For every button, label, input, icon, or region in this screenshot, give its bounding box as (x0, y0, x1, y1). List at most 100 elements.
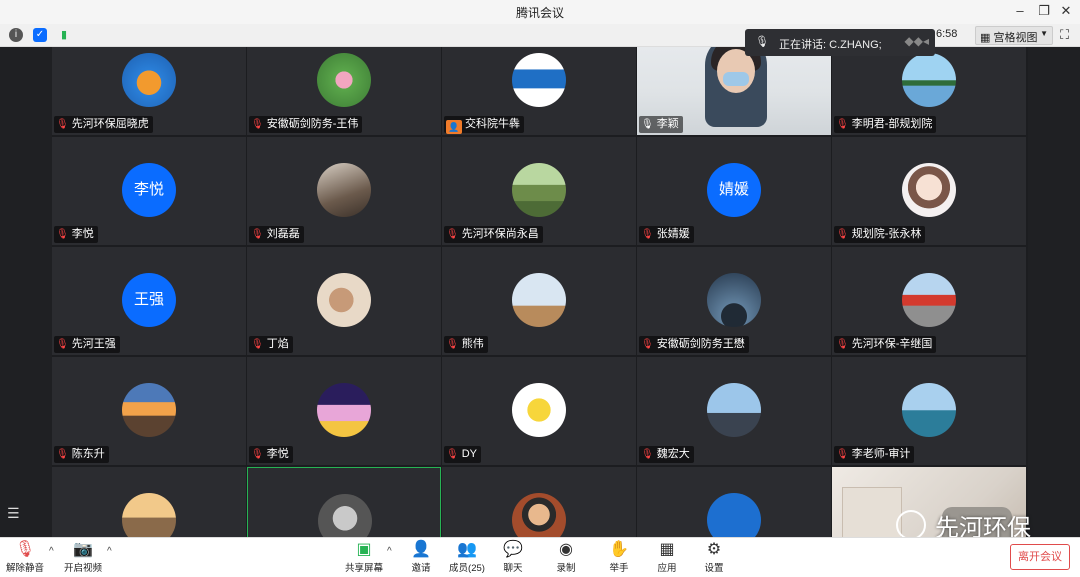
chevron-up-icon[interactable]: ^ (107, 546, 112, 557)
shield-icon[interactable]: ✓ (33, 28, 47, 42)
signal-icon[interactable]: ▮ (57, 28, 71, 42)
participant-name-tag: 🎙 李明君-部规划院 (834, 116, 937, 133)
info-icon[interactable]: i (9, 28, 23, 42)
participant-name: 李颖 (656, 118, 679, 130)
start-video-button[interactable]: 📷 开启视频 (60, 540, 106, 574)
participant-tile[interactable]: 🎙 刘磊磊 (247, 137, 441, 245)
participant-tile[interactable]: 🎙 安徽砺剑防务王懋 (637, 247, 831, 355)
apps-label: 应用 (657, 563, 677, 574)
participant-tile[interactable]: 🎙 魏宏大 (637, 357, 831, 465)
participant-name: 先河环保尚永昌 (461, 228, 539, 240)
participant-avatar (902, 383, 956, 437)
participant-avatar (317, 383, 371, 437)
microphone-muted-icon: 🎙 (836, 119, 849, 130)
participant-avatar: 李悦 (122, 163, 176, 217)
invite-button[interactable]: 👤 邀请 (398, 540, 444, 574)
participant-avatar (707, 273, 761, 327)
participant-avatar (707, 383, 761, 437)
minimize-icon[interactable]: – (1010, 3, 1030, 18)
apps-button[interactable]: ▦ 应用 (644, 540, 690, 574)
participant-name: DY (461, 448, 477, 460)
chevron-up-icon[interactable]: ^ (49, 546, 54, 557)
participant-tile[interactable]: 🎙 熊伟 (442, 247, 636, 355)
unmute-label: 解除静音 (5, 563, 44, 574)
participant-name-tag: 🎙 陈东升 (54, 446, 109, 463)
participant-name-tag: 🎙 丁焰 (249, 336, 293, 353)
host-icon: 👤 (446, 120, 462, 134)
share-label: 共享屏幕 (344, 563, 383, 574)
members-button[interactable]: 👥 成员(25) (444, 540, 490, 574)
participant-name-tag: 🎙 先河环保尚永昌 (444, 226, 543, 243)
microphone-muted-icon: 🎙 (251, 229, 264, 240)
participant-tile[interactable]: 婧媛 🎙 张婧媛 (637, 137, 831, 245)
participant-avatar: 婧媛 (707, 163, 761, 217)
bottom-toolbar: 🎙 解除静音 ^ 📷 开启视频 ^ ▣ 共享屏幕 ^ 👤 邀请 👥 成员(25)… (0, 537, 1080, 577)
microphone-muted-icon: 🎙 (836, 449, 849, 460)
share-screen-button[interactable]: ▣ 共享屏幕 (341, 540, 387, 574)
chevron-up-icon[interactable]: ^ (387, 546, 392, 557)
participant-name: 规划院-张永林 (851, 228, 922, 240)
left-panel: ☰ (0, 47, 52, 537)
participant-tile[interactable]: 🎙 先河环保尚永昌 (442, 137, 636, 245)
participant-tile[interactable]: 🎙 陈东升 (52, 357, 246, 465)
participant-name-tag: 🎙 DY (444, 446, 481, 463)
participant-tile[interactable]: 🎙 李颖 (637, 47, 831, 135)
speaking-prefix: 正在讲话: (779, 39, 827, 51)
record-button[interactable]: ◉ 录制 (543, 540, 589, 574)
participant-tile[interactable] (637, 467, 831, 537)
record-label: 录制 (556, 563, 576, 574)
participant-tile[interactable]: 🎙 丁焰 (247, 247, 441, 355)
participant-tile[interactable]: 🎙 李明君-部规划院 (832, 47, 1026, 135)
speaking-name: C.ZHANG; (829, 39, 882, 51)
participant-avatar (902, 53, 956, 107)
participant-name: 李老师-审计 (851, 448, 911, 460)
participant-tile[interactable] (247, 467, 441, 537)
participant-name-tag: 🎙 刘磊磊 (249, 226, 304, 243)
microphone-muted-icon: 🎙 (446, 449, 459, 460)
participant-name-tag: 🎙 安徽砺剑防务王懋 (639, 336, 749, 353)
settings-button[interactable]: ⚙ 设置 (691, 540, 737, 574)
participant-name: 安徽砺剑防务-王伟 (266, 118, 359, 130)
hand-icon: ✋ (609, 541, 629, 558)
participant-tile[interactable]: 🎙 先河环保屈晓虎 (52, 47, 246, 135)
participant-tile[interactable]: 👤 交科院牛犇 (442, 47, 636, 135)
microphone-muted-icon: 🎙 (446, 339, 459, 350)
participant-tile[interactable] (442, 467, 636, 537)
unmute-button[interactable]: 🎙 解除静音 (2, 540, 48, 574)
participant-name: 李悦 (266, 448, 289, 460)
list-icon[interactable]: ☰ (7, 505, 20, 522)
participant-name: 刘磊磊 (266, 228, 300, 240)
microphone-muted-icon: 🎙 (251, 449, 264, 460)
chat-label: 聊天 (503, 563, 523, 574)
close-icon[interactable]: ✕ (1056, 3, 1076, 19)
participant-tile[interactable]: 🎙 先河环保-辛继国 (832, 247, 1026, 355)
participant-avatar (902, 273, 956, 327)
speaker-icons: ◆◆◂ (904, 34, 929, 48)
participant-tile[interactable]: 李悦 🎙 李悦 (52, 137, 246, 245)
fullscreen-icon[interactable]: ⛶ (1060, 27, 1069, 43)
participant-name-tag: 🎙 规划院-张永林 (834, 226, 926, 243)
participant-avatar (512, 493, 566, 537)
invite-label: 邀请 (411, 563, 431, 574)
participant-tile[interactable]: 王强 🎙 先河王强 (52, 247, 246, 355)
participant-tile[interactable] (52, 467, 246, 537)
participant-avatar (512, 273, 566, 327)
chat-button[interactable]: 💬 聊天 (490, 540, 536, 574)
participant-tile[interactable]: 🎙 规划院-张永林 (832, 137, 1026, 245)
participant-tile[interactable]: 🎙 DY (442, 357, 636, 465)
raise-hand-button[interactable]: ✋ 举手 (596, 540, 642, 574)
microphone-icon: 🎙 (755, 36, 769, 48)
participant-tile[interactable]: 🎙 李老师-审计 (832, 357, 1026, 465)
leave-meeting-button[interactable]: 离开会议 (1010, 544, 1070, 570)
grid-view-button[interactable]: ▦ 宫格视图 ▼ (975, 26, 1053, 45)
restore-icon[interactable]: ❐ (1034, 3, 1054, 19)
grid-icon: ▦ (980, 32, 991, 44)
participant-name: 张婧媛 (656, 228, 690, 240)
participant-name: 李明君-部规划院 (851, 118, 933, 130)
participant-tile[interactable]: 🎙 李悦 (247, 357, 441, 465)
participant-name-tag: 🎙 张婧媛 (639, 226, 694, 243)
participant-avatar (707, 493, 761, 537)
participant-tile[interactable]: 🎙 安徽砺剑防务-王伟 (247, 47, 441, 135)
participant-name-tag: 🎙 李老师-审计 (834, 446, 915, 463)
participant-name-tag: 🎙 先河王强 (54, 336, 120, 353)
